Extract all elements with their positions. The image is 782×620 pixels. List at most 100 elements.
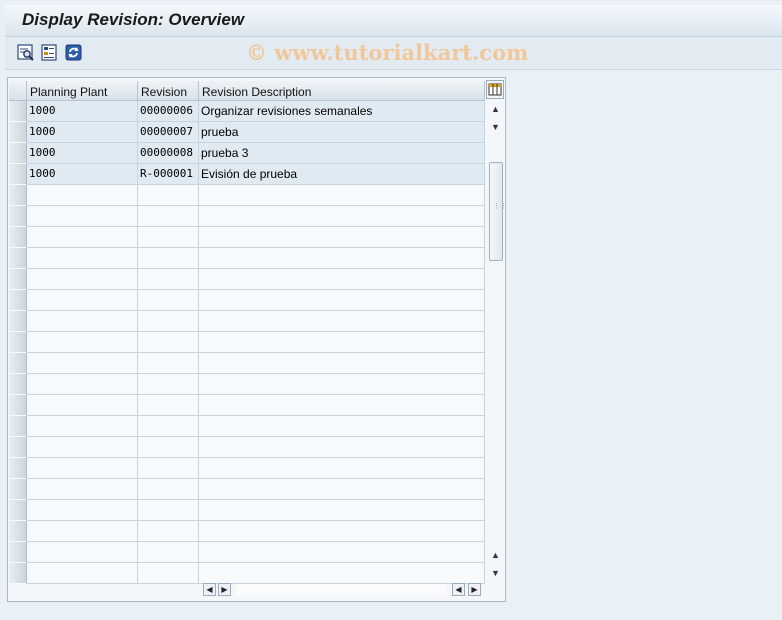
cell-planning-plant[interactable]	[27, 416, 138, 437]
cell-revision[interactable]	[138, 206, 199, 227]
row-selector[interactable]	[9, 101, 27, 122]
row-selector[interactable]	[9, 122, 27, 143]
row-selector[interactable]	[9, 332, 27, 353]
cell-planning-plant[interactable]: 1000	[27, 101, 138, 122]
cell-revision[interactable]	[138, 542, 199, 563]
cell-revision-description[interactable]	[199, 542, 485, 563]
table-row[interactable]	[9, 395, 485, 416]
cell-revision-description[interactable]: prueba	[199, 122, 485, 143]
row-selector[interactable]	[9, 458, 27, 479]
cell-revision-description[interactable]	[199, 248, 485, 269]
cell-revision-description[interactable]: Organizar revisiones semanales	[199, 101, 485, 122]
cell-planning-plant[interactable]	[27, 269, 138, 290]
row-selector[interactable]	[9, 143, 27, 164]
column-header-revision-description[interactable]: Revision Description	[199, 81, 485, 101]
table-row[interactable]: 1000 00000006 Organizar revisiones semanal…	[9, 101, 485, 122]
row-selector[interactable]	[9, 395, 27, 416]
table-row[interactable]	[9, 542, 485, 563]
scroll-left-button-2[interactable]: ◀	[452, 583, 465, 596]
cell-revision[interactable]	[138, 521, 199, 542]
row-selector[interactable]	[9, 248, 27, 269]
cell-revision[interactable]	[138, 416, 199, 437]
cell-revision-description[interactable]	[199, 185, 485, 206]
cell-revision-description[interactable]	[199, 311, 485, 332]
row-selector[interactable]	[9, 269, 27, 290]
cell-planning-plant[interactable]	[27, 332, 138, 353]
table-row[interactable]	[9, 185, 485, 206]
scroll-right-button-2[interactable]: ▶	[468, 583, 481, 596]
cell-revision-description[interactable]	[199, 437, 485, 458]
table-row[interactable]	[9, 416, 485, 437]
table-row[interactable]: 1000 00000008 prueba 3	[9, 143, 485, 164]
cell-planning-plant[interactable]	[27, 374, 138, 395]
table-row[interactable]	[9, 206, 485, 227]
cell-revision[interactable]	[138, 437, 199, 458]
cell-planning-plant[interactable]	[27, 395, 138, 416]
horizontal-track[interactable]	[236, 584, 446, 595]
cell-planning-plant[interactable]	[27, 248, 138, 269]
row-selector[interactable]	[9, 185, 27, 206]
cell-revision-description[interactable]	[199, 395, 485, 416]
row-selector[interactable]	[9, 353, 27, 374]
cell-revision[interactable]	[138, 563, 199, 584]
table-row[interactable]	[9, 437, 485, 458]
scroll-down-top-button[interactable]: ▼	[488, 120, 503, 134]
table-row[interactable]	[9, 311, 485, 332]
cell-revision[interactable]: 00000006	[138, 101, 199, 122]
cell-planning-plant[interactable]	[27, 563, 138, 584]
table-row[interactable]	[9, 563, 485, 584]
table-row[interactable]	[9, 269, 485, 290]
cell-revision[interactable]: R-000001	[138, 164, 199, 185]
cell-planning-plant[interactable]	[27, 185, 138, 206]
table-row[interactable]	[9, 353, 485, 374]
cell-planning-plant[interactable]	[27, 227, 138, 248]
cell-revision[interactable]	[138, 269, 199, 290]
cell-revision-description[interactable]: prueba 3	[199, 143, 485, 164]
cell-planning-plant[interactable]: 1000	[27, 164, 138, 185]
row-selector[interactable]	[9, 479, 27, 500]
cell-revision[interactable]	[138, 395, 199, 416]
row-selector[interactable]	[9, 206, 27, 227]
column-header-planning-plant[interactable]: Planning Plant	[27, 81, 138, 101]
cell-revision-description[interactable]	[199, 416, 485, 437]
cell-revision-description[interactable]	[199, 269, 485, 290]
cell-planning-plant[interactable]	[27, 542, 138, 563]
cell-revision[interactable]	[138, 479, 199, 500]
scroll-left-button-1[interactable]: ◀	[203, 583, 216, 596]
cell-planning-plant[interactable]	[27, 353, 138, 374]
cell-revision[interactable]	[138, 458, 199, 479]
row-selector[interactable]	[9, 290, 27, 311]
vertical-scrollbar[interactable]: ▲ ▼ ⋮⋮ ▲ ▼	[488, 101, 507, 581]
table-row[interactable]	[9, 374, 485, 395]
row-selector[interactable]	[9, 521, 27, 542]
row-selector[interactable]	[9, 164, 27, 185]
table-row[interactable]	[9, 227, 485, 248]
cell-planning-plant[interactable]	[27, 521, 138, 542]
scroll-right-button-1[interactable]: ▶	[218, 583, 231, 596]
cell-revision-description[interactable]	[199, 227, 485, 248]
row-selector[interactable]	[9, 311, 27, 332]
cell-revision-description[interactable]	[199, 500, 485, 521]
cell-revision-description[interactable]	[199, 353, 485, 374]
cell-planning-plant[interactable]	[27, 437, 138, 458]
cell-planning-plant[interactable]: 1000	[27, 122, 138, 143]
cell-revision[interactable]	[138, 185, 199, 206]
table-row[interactable]	[9, 458, 485, 479]
cell-planning-plant[interactable]	[27, 458, 138, 479]
column-header-revision[interactable]: Revision	[138, 81, 199, 101]
table-row[interactable]	[9, 500, 485, 521]
cell-revision-description[interactable]	[199, 521, 485, 542]
row-selector[interactable]	[9, 227, 27, 248]
selection-button[interactable]	[41, 44, 59, 61]
refresh-button[interactable]	[65, 44, 83, 61]
row-selector[interactable]	[9, 374, 27, 395]
row-selector[interactable]	[9, 563, 27, 584]
cell-planning-plant[interactable]	[27, 479, 138, 500]
table-row[interactable]: 1000 R-000001 Evisión de prueba	[9, 164, 485, 185]
column-layout-button[interactable]	[486, 80, 504, 99]
cell-revision-description[interactable]: Evisión de prueba	[199, 164, 485, 185]
table-row[interactable]	[9, 290, 485, 311]
details-button[interactable]	[17, 44, 35, 61]
cell-planning-plant[interactable]	[27, 290, 138, 311]
cell-revision[interactable]	[138, 353, 199, 374]
